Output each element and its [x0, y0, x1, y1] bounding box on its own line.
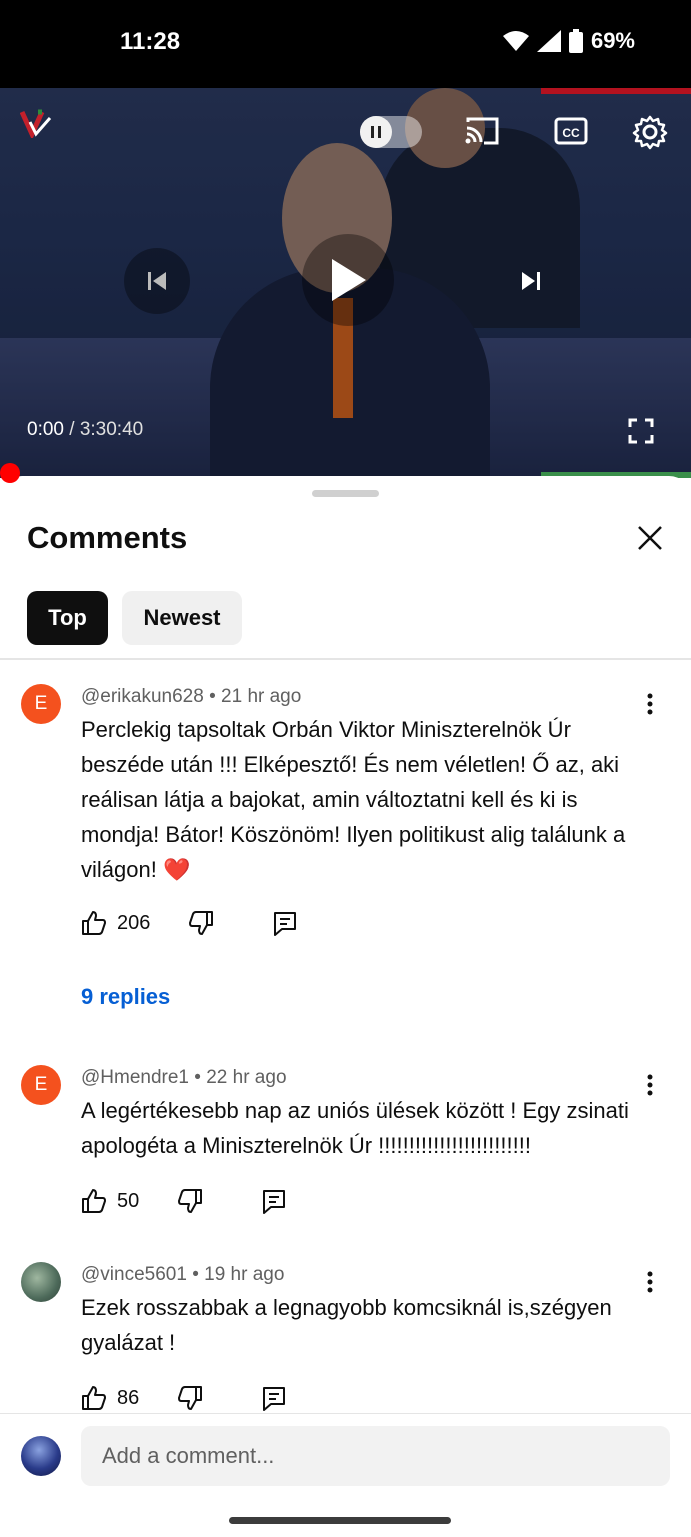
comment-actions: 50 — [81, 1186, 287, 1216]
comment-composer: Add a comment... — [0, 1413, 691, 1537]
status-bar: 11:28 69% — [0, 0, 691, 88]
previous-button[interactable] — [124, 248, 190, 314]
chip-newest[interactable]: Newest — [122, 591, 242, 645]
comment-meta: @vince5601 • 19 hr ago — [81, 1264, 285, 1285]
captions-icon: CC — [554, 117, 588, 145]
scrubber-handle[interactable] — [0, 463, 20, 483]
wifi-icon — [502, 31, 529, 51]
chip-top[interactable]: Top — [27, 591, 108, 645]
comment-meta: @Hmendre1 • 22 hr ago — [81, 1067, 287, 1088]
cell-signal-icon — [536, 30, 561, 52]
captions-button[interactable]: CC — [552, 114, 590, 148]
play-icon — [332, 259, 366, 301]
comment-author[interactable]: @Hmendre1 — [81, 1067, 189, 1088]
battery-icon — [568, 29, 583, 53]
my-avatar[interactable] — [21, 1436, 61, 1476]
fullscreen-icon — [628, 418, 654, 444]
fullscreen-button[interactable] — [624, 414, 658, 448]
comment-actions: 206 — [81, 908, 298, 938]
reply-icon[interactable] — [261, 1385, 287, 1411]
sheet-title: Comments — [27, 520, 188, 555]
avatar[interactable]: E — [21, 684, 61, 724]
comment-age: 21 hr ago — [221, 686, 302, 707]
skip-previous-icon — [148, 272, 166, 290]
divider — [0, 658, 691, 660]
gear-icon — [632, 115, 668, 150]
comment-age: 19 hr ago — [204, 1264, 285, 1285]
dislike-icon[interactable] — [177, 1188, 203, 1214]
like-icon[interactable] — [81, 910, 107, 936]
svg-text:CC: CC — [562, 126, 580, 140]
play-button[interactable] — [302, 234, 394, 326]
battery-level: 69% — [590, 28, 635, 53]
avatar[interactable] — [21, 1262, 61, 1302]
video-player[interactable]: CC 0:00 / 3:30:40 — [0, 88, 691, 478]
drag-handle[interactable] — [312, 490, 379, 497]
next-button[interactable] — [498, 248, 564, 314]
replies-link[interactable]: 9 replies — [81, 984, 170, 1010]
pause-icon — [360, 116, 392, 148]
avatar[interactable]: E — [21, 1065, 61, 1105]
cast-button[interactable] — [462, 114, 502, 148]
autoplay-toggle[interactable] — [360, 116, 422, 148]
dislike-icon[interactable] — [188, 910, 214, 936]
comment-age: 22 hr ago — [206, 1067, 287, 1088]
close-icon — [638, 526, 662, 550]
channel-logo-icon — [20, 109, 52, 138]
skip-next-icon — [522, 272, 540, 290]
current-time: 0:00 — [27, 419, 64, 440]
reply-icon[interactable] — [261, 1188, 287, 1214]
like-count: 206 — [117, 911, 151, 934]
comment-actions: 86 — [81, 1383, 287, 1413]
comment-author[interactable]: @vince5601 — [81, 1264, 187, 1285]
cast-icon — [465, 117, 499, 145]
reply-icon[interactable] — [272, 910, 298, 936]
status-time: 11:28 — [120, 28, 181, 55]
status-icons: 69% — [502, 28, 635, 54]
dislike-icon[interactable] — [177, 1385, 203, 1411]
comment-author[interactable]: @erikakun628 — [81, 686, 204, 707]
comments-sheet: Comments Top Newest E @erikakun628 • 21 … — [0, 476, 691, 1536]
comment-text: Ezek rosszabbak a legnagyobb komcsiknál … — [81, 1295, 612, 1355]
like-count: 50 — [117, 1189, 140, 1212]
video-frame-accent — [541, 88, 691, 94]
duration: 3:30:40 — [79, 419, 144, 440]
like-icon[interactable] — [81, 1188, 107, 1214]
like-icon[interactable] — [81, 1385, 107, 1411]
comment-text: Perclekig tapsoltak Orbán Viktor Miniszt… — [81, 717, 626, 882]
home-indicator[interactable] — [229, 1517, 451, 1524]
like-count: 86 — [117, 1386, 140, 1409]
close-button[interactable] — [632, 520, 668, 556]
settings-button[interactable] — [630, 112, 670, 152]
time-display: 0:00 / 3:30:40 — [27, 419, 143, 441]
comment-meta: @erikakun628 • 21 hr ago — [81, 686, 302, 707]
comment-text: A legértékesebb nap az uniós ülések közö… — [81, 1098, 629, 1158]
add-comment-input[interactable]: Add a comment... — [81, 1426, 670, 1486]
time-separator: / — [63, 419, 80, 440]
